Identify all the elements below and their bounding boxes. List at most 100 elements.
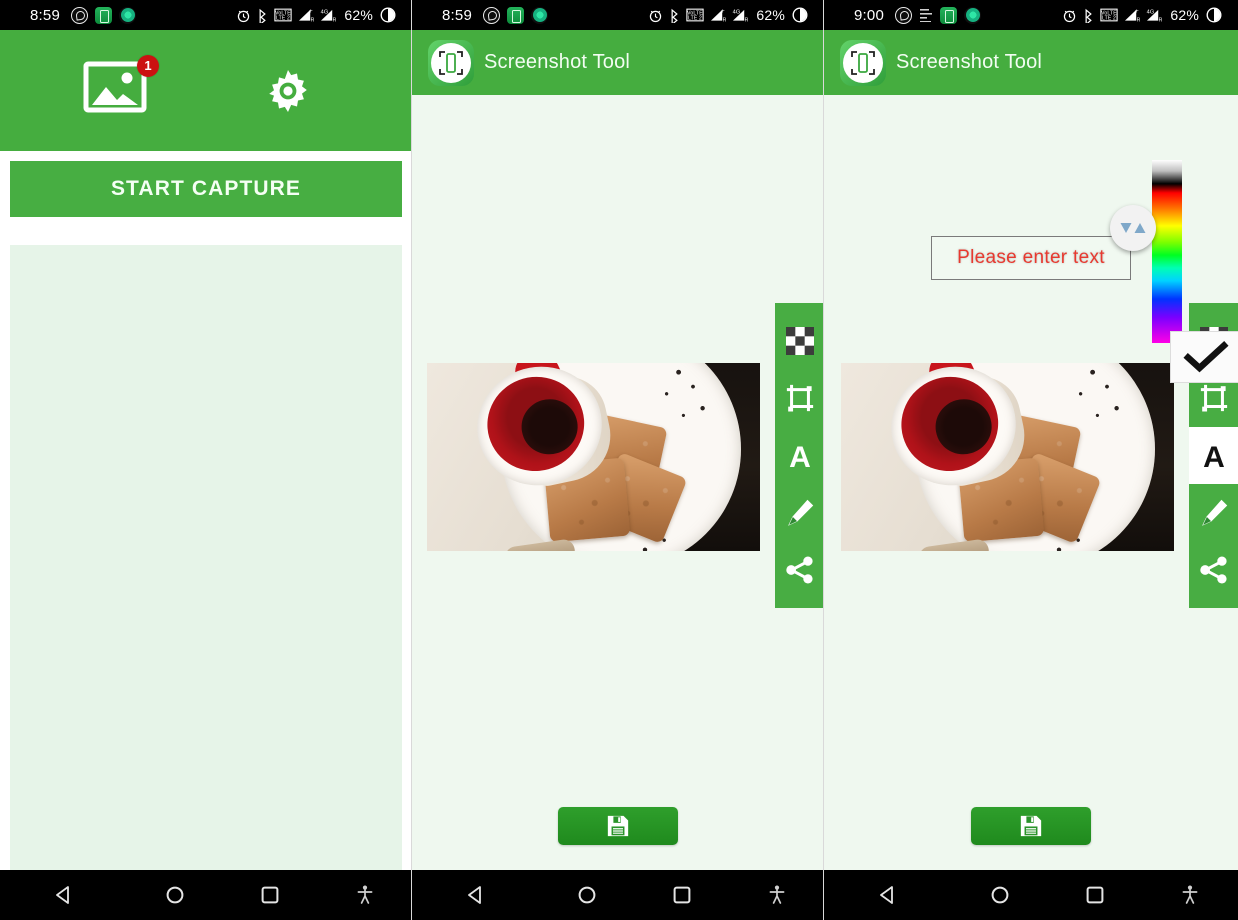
svg-text:R: R	[1137, 17, 1140, 23]
battery-icon	[1206, 7, 1222, 23]
text-input-overlay[interactable]: Please enter text	[931, 236, 1131, 280]
screenshot-collage: 8:59 VoLTE LTE 2 + 4G 62% 1 START CAPTUR…	[0, 0, 1238, 920]
svg-text:4G: 4G	[1147, 9, 1155, 15]
svg-text:LTE 2: LTE 2	[688, 16, 702, 22]
svg-text:LTE 2: LTE 2	[1102, 16, 1116, 22]
volte-icon: VoLTE LTE 2	[274, 8, 293, 22]
tool-share-button[interactable]	[775, 542, 824, 599]
checkmark-icon	[1183, 340, 1229, 373]
recents-square-icon	[261, 886, 279, 904]
status-left-icons	[483, 6, 548, 24]
confirm-text-button[interactable]	[1170, 331, 1238, 383]
tool-mosaic-button[interactable]	[775, 312, 824, 369]
text-a-icon: A	[789, 441, 811, 472]
nav-accessibility-button[interactable]	[317, 884, 412, 906]
recorder-icon	[95, 6, 112, 24]
gallery-badge: 1	[137, 54, 159, 77]
crop-icon	[786, 384, 813, 412]
save-button[interactable]	[971, 807, 1091, 845]
phone-screen-editor-text-mode: 9:00 VoLTE LTE 2 + 4G 62% Screenshot Too…	[824, 0, 1238, 920]
signal-2-icon: 4G R	[321, 9, 336, 23]
battery-percent: 62%	[1170, 7, 1199, 23]
editor-canvas[interactable]: Please enter text A	[824, 95, 1238, 870]
photo-cup-liquid	[515, 392, 585, 461]
signal-1-icon: R +	[299, 8, 314, 23]
app-logo-icon	[428, 39, 474, 86]
back-triangle-icon	[468, 886, 481, 904]
svg-text:R: R	[745, 17, 748, 23]
screenshot-image[interactable]	[427, 363, 760, 551]
nav-home-button[interactable]	[540, 884, 635, 906]
svg-text:4G: 4G	[733, 9, 741, 15]
gallery-button[interactable]: 1	[83, 54, 159, 121]
screenshot-image[interactable]	[841, 363, 1174, 551]
nav-back-button[interactable]	[412, 884, 540, 906]
battery-percent: 62%	[756, 7, 785, 23]
svg-text:+: +	[721, 8, 725, 15]
status-clock: 8:59	[442, 6, 472, 24]
svg-text:A: A	[789, 441, 811, 472]
share-icon	[1199, 556, 1227, 584]
tool-crop-button[interactable]	[775, 369, 824, 426]
tool-text-button[interactable]: A	[1189, 426, 1238, 485]
app-logo-disc	[431, 42, 471, 83]
antivirus-icon	[119, 6, 136, 24]
volte-icon: VoLTE LTE 2	[686, 8, 705, 22]
save-button[interactable]	[558, 807, 678, 845]
status-bar: 9:00 VoLTE LTE 2 + 4G 62%	[824, 0, 1238, 30]
nav-recents-button[interactable]	[635, 884, 730, 906]
whatsapp-icon	[483, 6, 500, 24]
editor-tool-rail: A	[775, 303, 824, 608]
editor-save-bar	[824, 782, 1238, 870]
editor-save-bar	[412, 782, 824, 870]
recents-square-icon	[673, 886, 691, 904]
editor-body: A	[412, 95, 824, 870]
save-floppy-icon	[607, 815, 629, 837]
nav-accessibility-button[interactable]	[1143, 884, 1238, 906]
panel-separator	[411, 0, 412, 920]
nav-recents-button[interactable]	[223, 884, 318, 906]
battery-percent: 62%	[344, 7, 373, 23]
home-body: START CAPTURE	[0, 151, 412, 870]
svg-text:+: +	[309, 8, 313, 15]
nav-back-button[interactable]	[0, 884, 128, 906]
svg-text:+: +	[1135, 8, 1139, 15]
text-size-knob[interactable]	[1110, 205, 1156, 251]
android-nav-bar	[824, 870, 1238, 920]
lines-icon	[919, 7, 933, 24]
nav-accessibility-button[interactable]	[729, 884, 824, 906]
settings-button[interactable]	[264, 67, 312, 115]
bluetooth-icon	[259, 8, 267, 23]
crop-icon	[1200, 384, 1227, 412]
tool-draw-button[interactable]	[1189, 484, 1238, 541]
nav-recents-button[interactable]	[1048, 884, 1143, 906]
gear-icon	[269, 69, 307, 112]
screenshot-thumbnail-list[interactable]	[10, 245, 402, 870]
svg-text:R: R	[333, 17, 336, 23]
status-right-icons: VoLTE LTE 2 R + 4G R 62%	[648, 7, 808, 23]
home-circle-icon	[578, 886, 596, 904]
status-left-icons	[71, 6, 136, 24]
color-picker-strip[interactable]	[1152, 160, 1182, 343]
editor-canvas[interactable]: A	[412, 95, 824, 870]
accessibility-icon	[1182, 885, 1198, 904]
alarm-icon	[238, 10, 250, 22]
bluetooth-icon	[671, 8, 679, 23]
android-nav-bar	[0, 870, 412, 920]
bluetooth-icon	[1085, 8, 1093, 23]
app-bar-title: Screenshot Tool	[484, 51, 631, 73]
phone-screen-home: 8:59 VoLTE LTE 2 + 4G 62% 1 START CAPTUR…	[0, 0, 412, 920]
signal-2-icon: 4G R	[733, 9, 748, 23]
status-right-icons: VoLTE LTE 2 R + 4G R 62%	[1062, 7, 1222, 23]
back-triangle-icon	[880, 886, 894, 904]
antivirus-icon	[964, 6, 981, 24]
tool-text-button[interactable]: A	[775, 427, 824, 484]
tool-share-button[interactable]	[1189, 542, 1238, 599]
start-capture-button[interactable]: START CAPTURE	[10, 161, 402, 217]
home-circle-icon	[166, 886, 184, 904]
nav-back-button[interactable]	[824, 884, 952, 906]
nav-home-button[interactable]	[128, 884, 223, 906]
status-clock: 8:59	[30, 6, 60, 24]
nav-home-button[interactable]	[952, 884, 1047, 906]
tool-draw-button[interactable]	[775, 484, 824, 541]
